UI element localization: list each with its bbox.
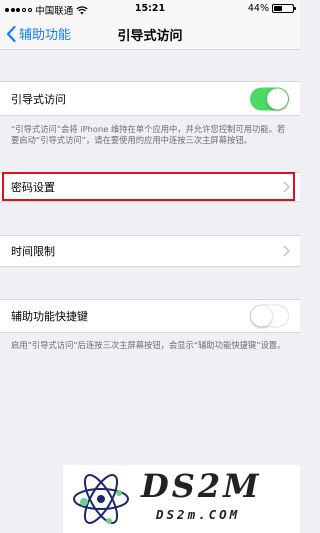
time-limits-label: 时间限制 bbox=[11, 245, 55, 258]
accessibility-shortcut-group: 辅助功能快捷键 bbox=[0, 299, 300, 333]
guided-access-group: 引导式访问 bbox=[0, 81, 300, 116]
accessibility-shortcut-row: 辅助功能快捷键 bbox=[0, 300, 300, 332]
page-title: 引导式访问 bbox=[117, 29, 183, 44]
guided-access-toggle[interactable] bbox=[250, 87, 289, 110]
highlight-box bbox=[2, 172, 295, 201]
time-limits-row[interactable]: 时间限制 bbox=[0, 236, 300, 266]
status-bar: 中国联通 15:21 44% bbox=[0, 0, 300, 18]
toggle-knob bbox=[267, 88, 288, 109]
watermark: DS2M DS2m.COM bbox=[63, 465, 300, 533]
navigation-bar: 辅助功能 引导式访问 bbox=[0, 18, 300, 50]
guided-access-row: 引导式访问 bbox=[0, 82, 300, 115]
battery-icon bbox=[272, 4, 296, 13]
atom-logo-icon bbox=[73, 474, 129, 524]
accessibility-shortcut-description: 启用“引导式访问”后连按三次主屏幕按钮，会显示“辅助功能快捷键”设置。 bbox=[11, 340, 286, 350]
status-right: 44% bbox=[247, 3, 296, 14]
watermark-domain: DS2m.COM bbox=[156, 507, 241, 522]
time-limits-group: 时间限制 bbox=[0, 235, 300, 267]
watermark-brand: DS2M bbox=[141, 467, 262, 505]
guided-access-description: “引导式访问”会将 iPhone 维持在单个应用中，并允许您控制可用功能。若要启… bbox=[11, 124, 286, 145]
toggle-knob bbox=[251, 305, 272, 327]
chevron-right-icon bbox=[283, 245, 290, 257]
battery-percent: 44% bbox=[247, 3, 269, 14]
accessibility-shortcut-toggle[interactable] bbox=[250, 304, 289, 328]
